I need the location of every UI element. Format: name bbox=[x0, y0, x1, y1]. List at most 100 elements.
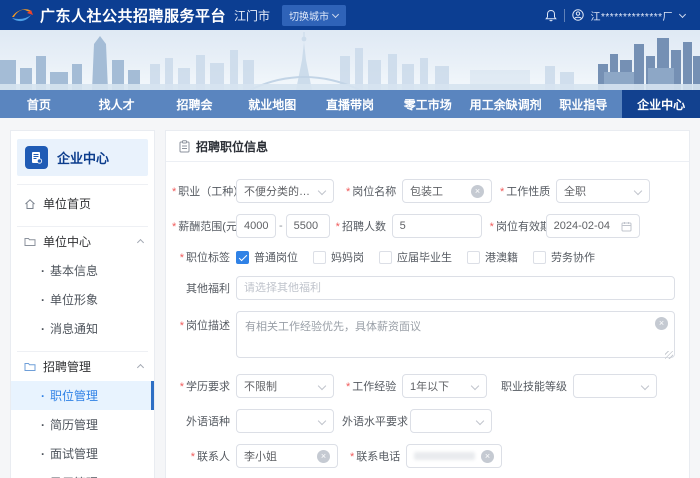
sidebar-item-notifications[interactable]: 消息通知 bbox=[11, 314, 154, 343]
nav-item-home[interactable]: 首页 bbox=[0, 90, 78, 118]
sidebar-item-label: 简历管理 bbox=[50, 416, 98, 433]
tag-checkbox-graduate[interactable]: 应届毕业生 bbox=[379, 249, 452, 265]
foreign-language-select[interactable] bbox=[236, 409, 334, 433]
resize-grip[interactable] bbox=[665, 351, 673, 359]
clear-icon[interactable] bbox=[317, 450, 330, 463]
chevron-up-icon bbox=[137, 238, 144, 245]
doc-badge-icon bbox=[25, 146, 48, 169]
form-row: 岗位描述 bbox=[172, 311, 677, 363]
phone-input[interactable] bbox=[406, 444, 502, 468]
valid-date-value: 2024-02-04 bbox=[554, 220, 621, 232]
benefits-input[interactable] bbox=[236, 276, 675, 300]
tag-checkbox-mama[interactable]: 妈妈岗 bbox=[313, 249, 364, 265]
clear-icon[interactable] bbox=[471, 185, 484, 198]
description-textarea[interactable] bbox=[236, 311, 675, 358]
nav-item-employment-map[interactable]: 就业地图 bbox=[233, 90, 311, 118]
description-label: 岗位描述 bbox=[172, 317, 230, 333]
sidebar-item-interview-management[interactable]: 面试管理 bbox=[11, 439, 154, 468]
education-label: 学历要求 bbox=[172, 378, 230, 394]
tag-checkbox-hk-macau[interactable]: 港澳籍 bbox=[467, 249, 518, 265]
chevron-down-icon bbox=[471, 382, 479, 390]
sidebar-item-unit-home[interactable]: 单位首页 bbox=[11, 189, 154, 218]
clear-icon[interactable] bbox=[655, 317, 668, 330]
headcount-input[interactable]: 5 bbox=[392, 214, 482, 238]
sidebar-item-label: 基本信息 bbox=[50, 262, 98, 279]
top-bar: 广东人社公共招聘服务平台 江门市 切换城市 bbox=[0, 0, 700, 30]
language-level-select[interactable] bbox=[410, 409, 492, 433]
tag-label: 应届毕业生 bbox=[397, 249, 452, 265]
brand[interactable]: 广东人社公共招聘服务平台 江门市 切换城市 bbox=[10, 5, 346, 26]
sidebar-item-basic-info[interactable]: 基本信息 bbox=[11, 256, 154, 285]
sidebar-item-hiring-management[interactable]: 录用管理 bbox=[11, 468, 154, 478]
current-city: 江门市 bbox=[234, 7, 270, 24]
education-select[interactable]: 不限制 bbox=[236, 374, 334, 398]
clear-icon[interactable] bbox=[481, 450, 494, 463]
form-row: 薪酬范围(元) 4000 - 5500 招聘人数 5 岗位有效期 2024-02… bbox=[172, 214, 677, 238]
valid-date-picker[interactable]: 2024-02-04 bbox=[546, 214, 640, 238]
nav-item-find-talent[interactable]: 找人才 bbox=[78, 90, 156, 118]
job-name-input[interactable]: 包装工 bbox=[402, 179, 492, 203]
checkbox[interactable] bbox=[533, 251, 546, 264]
tag-checkbox-labor-coop[interactable]: 劳务协作 bbox=[533, 249, 595, 265]
nav-item-live-jobs[interactable]: 直播带岗 bbox=[311, 90, 389, 118]
chevron-down-icon bbox=[634, 187, 642, 195]
bell-icon[interactable] bbox=[545, 9, 557, 22]
nav-item-labor-adjustment[interactable]: 用工余缺调剂 bbox=[467, 90, 545, 118]
sidebar-item-position-management[interactable]: 职位管理 bbox=[11, 381, 154, 410]
job-type-label: 工作性质 bbox=[500, 183, 550, 199]
chevron-up-icon bbox=[137, 363, 144, 370]
switch-city-button[interactable]: 切换城市 bbox=[282, 5, 346, 26]
checkbox[interactable] bbox=[236, 251, 249, 264]
username-masked[interactable]: 江**************厂 bbox=[591, 8, 673, 23]
sidebar-group-label: 单位中心 bbox=[43, 233, 130, 250]
form-row: 职位标签 普通岗位 妈妈岗 应届毕业生 港澳籍 bbox=[172, 249, 677, 265]
occupation-value: 不便分类的其他从业... bbox=[244, 183, 314, 199]
user-avatar-icon bbox=[572, 9, 584, 21]
experience-select[interactable]: 1年以下 bbox=[402, 374, 487, 398]
occupation-select[interactable]: 不便分类的其他从业... bbox=[236, 179, 334, 203]
nav-item-gig-market[interactable]: 零工市场 bbox=[389, 90, 467, 118]
panel-header: 招聘职位信息 bbox=[166, 131, 689, 162]
content-area: 企业中心 单位首页 单位中心 bbox=[0, 118, 700, 478]
occupation-label: 职业（工种） bbox=[172, 183, 230, 199]
benefits-label: 其他福利 bbox=[172, 280, 230, 296]
tag-checkbox-normal[interactable]: 普通岗位 bbox=[236, 249, 298, 265]
education-value: 不限制 bbox=[244, 378, 277, 394]
clipboard-icon bbox=[179, 140, 190, 153]
home-icon bbox=[24, 198, 36, 210]
form-row: 其他福利 bbox=[172, 276, 677, 300]
chevron-down-icon bbox=[641, 382, 649, 390]
contact-value: 李小姐 bbox=[244, 448, 317, 464]
sidebar-item-resume-management[interactable]: 简历管理 bbox=[11, 410, 154, 439]
checkbox[interactable] bbox=[467, 251, 480, 264]
form-title: 招聘职位信息 bbox=[196, 138, 268, 155]
job-form: 职业（工种） 不便分类的其他从业... 岗位名称 包装工 工作性质 全职 bbox=[166, 162, 689, 478]
sidebar-item-unit-image[interactable]: 单位形象 bbox=[11, 285, 154, 314]
sidebar-title: 企业中心 bbox=[57, 148, 109, 167]
checkbox[interactable] bbox=[379, 251, 392, 264]
form-row: 联系人 李小姐 联系电话 bbox=[172, 444, 677, 468]
skill-level-label: 职业技能等级 bbox=[495, 378, 567, 394]
benefits-input-field[interactable] bbox=[244, 282, 667, 294]
nav-item-enterprise-center[interactable]: 企业中心 bbox=[622, 90, 700, 118]
city-banner-image bbox=[0, 30, 700, 90]
skill-level-select[interactable] bbox=[573, 374, 657, 398]
folder-icon bbox=[24, 236, 36, 247]
sidebar-group-recruit-management[interactable]: 招聘管理 bbox=[11, 352, 154, 381]
salary-max-input[interactable]: 5500 bbox=[286, 214, 330, 238]
tag-label: 普通岗位 bbox=[254, 249, 298, 265]
headcount-value: 5 bbox=[400, 220, 474, 232]
salary-min-input[interactable]: 4000 bbox=[236, 214, 276, 238]
headcount-label: 招聘人数 bbox=[336, 218, 386, 234]
contact-input[interactable]: 李小姐 bbox=[236, 444, 338, 468]
checkbox[interactable] bbox=[313, 251, 326, 264]
chevron-down-icon[interactable] bbox=[680, 12, 686, 18]
sidebar-group-unit-center[interactable]: 单位中心 bbox=[11, 227, 154, 256]
user-area: 江**************厂 bbox=[545, 8, 686, 23]
job-type-value: 全职 bbox=[564, 183, 586, 199]
experience-label: 工作经验 bbox=[346, 378, 396, 394]
nav-item-job-fair[interactable]: 招聘会 bbox=[156, 90, 234, 118]
job-type-select[interactable]: 全职 bbox=[556, 179, 650, 203]
divider bbox=[17, 184, 148, 185]
nav-item-career-guidance[interactable]: 职业指导 bbox=[544, 90, 622, 118]
